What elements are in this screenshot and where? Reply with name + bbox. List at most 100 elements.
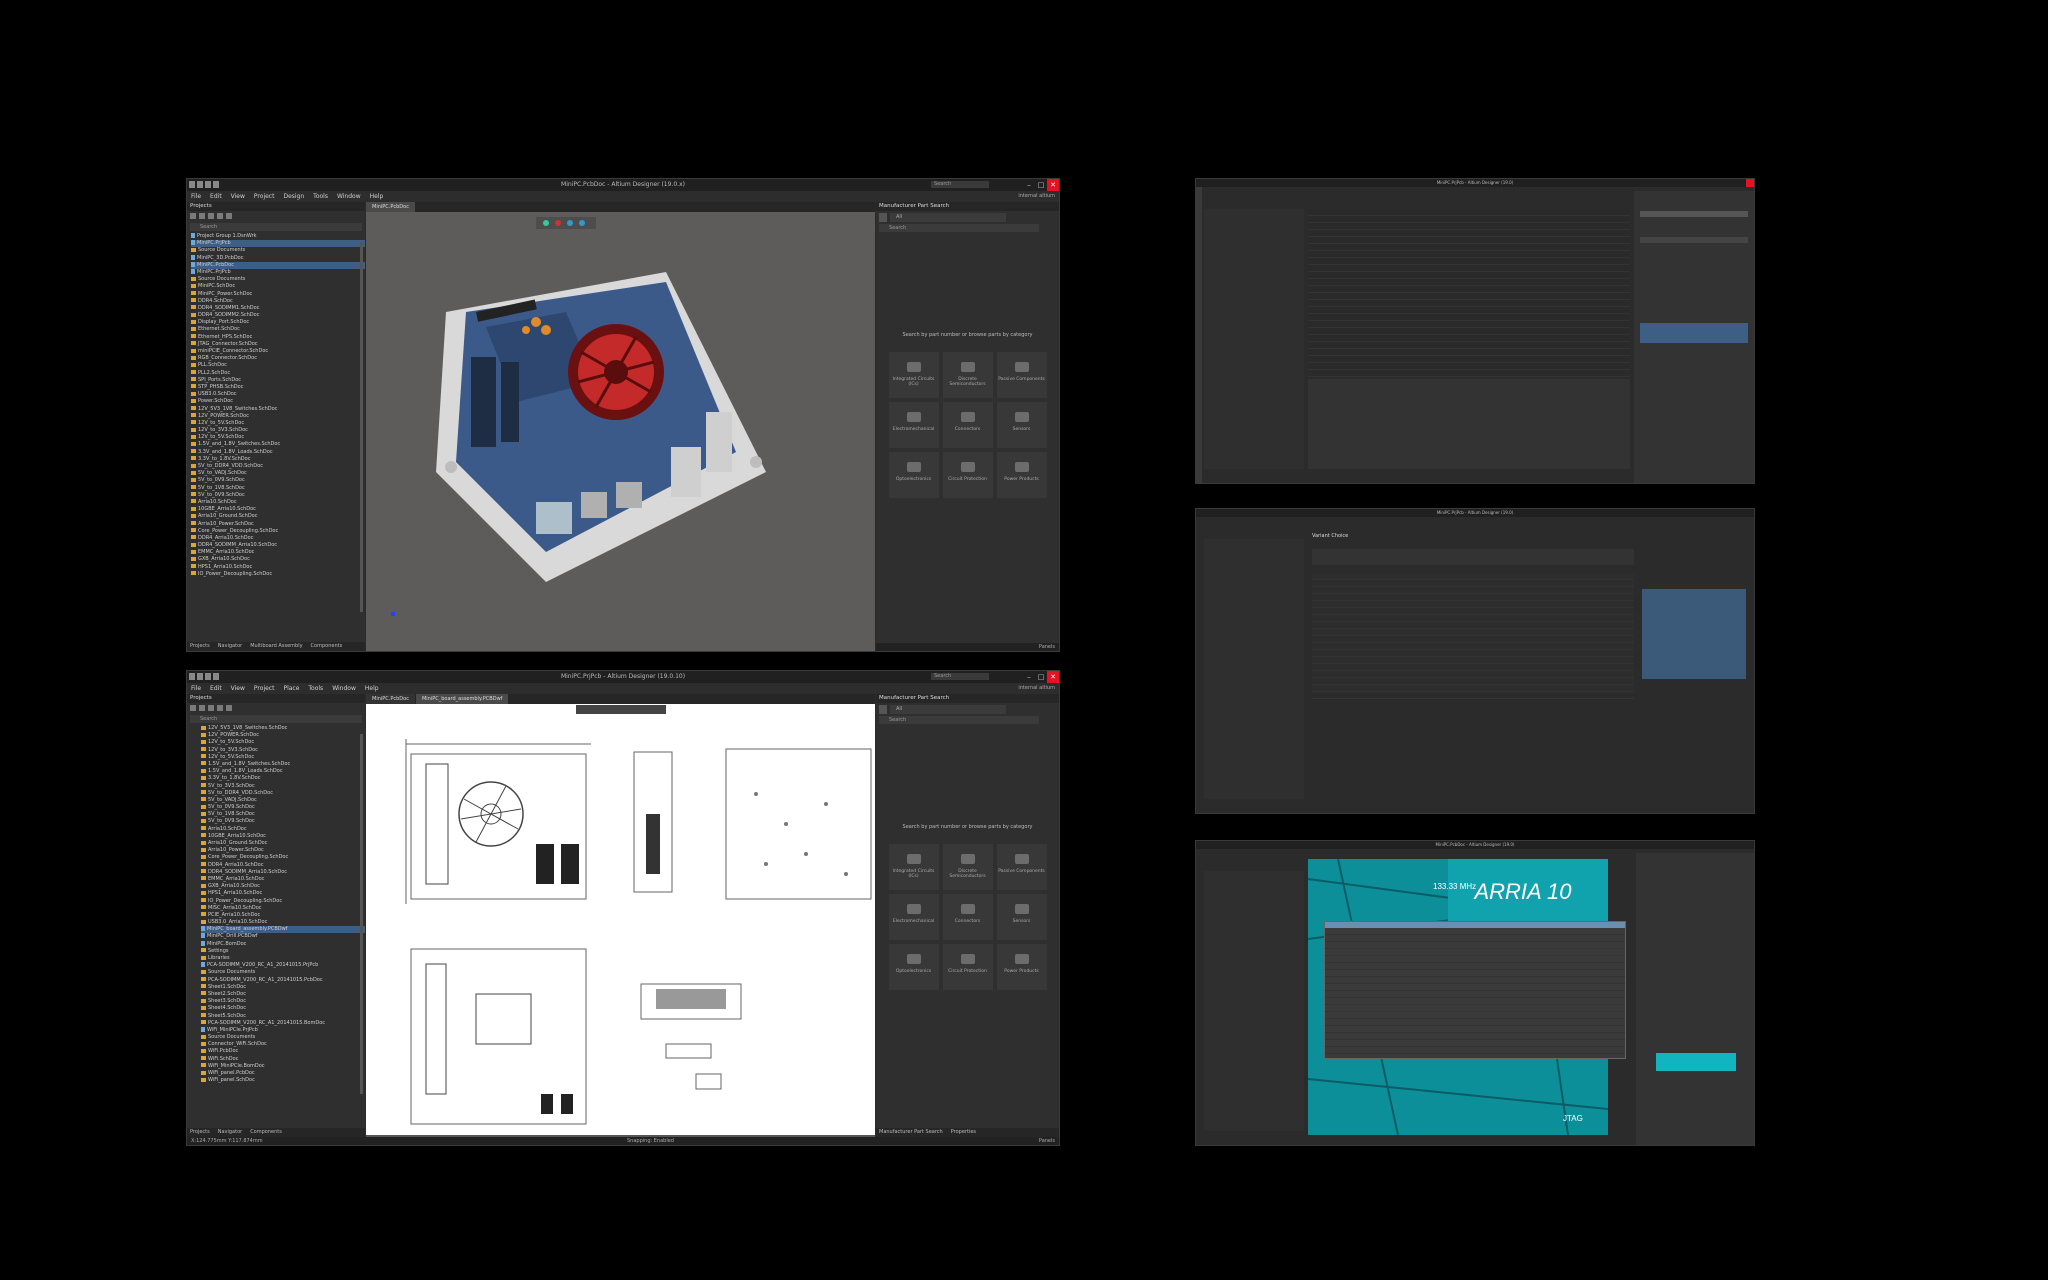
tab-components[interactable]: Components [311, 642, 343, 651]
tree-item[interactable]: RGB_Connector.SchDoc [191, 355, 365, 362]
table-row[interactable] [1308, 209, 1630, 216]
tree-item[interactable]: 12V_5V3_1V8_Switches.SchDoc [191, 406, 365, 413]
tree-item[interactable]: EMMC_Arria10.SchDoc [191, 549, 365, 556]
open-icon[interactable] [199, 705, 205, 711]
user-account[interactable]: internal altium [1018, 191, 1055, 202]
table-row[interactable] [1308, 342, 1630, 349]
menu-help[interactable]: Help [365, 683, 379, 694]
tab-components[interactable]: Components [250, 1128, 282, 1137]
tree-item[interactable]: Connector_WiFi.SchDoc [201, 1041, 365, 1048]
category-connectors[interactable]: Connectors [942, 402, 993, 448]
menu-project[interactable]: Project [254, 683, 275, 694]
table-row[interactable] [1308, 251, 1630, 258]
tree-item[interactable]: Arria10_Power.SchDoc [201, 847, 365, 854]
tab-multiboard-assembly[interactable]: Multiboard Assembly [250, 642, 302, 651]
tree-item[interactable]: PLL.SchDoc [191, 362, 365, 369]
table-row[interactable] [1308, 286, 1630, 293]
tree-item[interactable]: 5V_to_1V8.SchDoc [191, 485, 365, 492]
table-row[interactable] [1312, 678, 1634, 685]
panels-button[interactable]: Panels [876, 643, 1059, 651]
table-row[interactable] [1325, 1026, 1625, 1033]
tree-item[interactable]: 12V_to_5V.SchDoc [191, 420, 365, 427]
tree-item[interactable]: 3.3V_to_1.8V.SchDoc [191, 456, 365, 463]
table-row[interactable] [1308, 335, 1630, 342]
menu-view[interactable]: View [231, 191, 245, 202]
menu-tools[interactable]: Tools [313, 191, 328, 202]
maximize-icon[interactable]: □ [1035, 671, 1047, 683]
tree-item[interactable]: MiniPC_Drill.PCBDwf [201, 933, 365, 940]
projects-search-input[interactable]: Search [190, 715, 362, 723]
table-row[interactable] [1325, 963, 1625, 970]
settings-icon[interactable] [226, 213, 232, 219]
tab-manufacturer-part-search[interactable]: Manufacturer Part Search [879, 1128, 943, 1137]
tree-item[interactable]: USB3.0.SchDoc [191, 391, 365, 398]
menu-file[interactable]: File [191, 683, 201, 694]
menu-tools[interactable]: Tools [308, 683, 323, 694]
workspace-icon[interactable] [190, 213, 196, 219]
folder-icon[interactable] [208, 705, 214, 711]
menu-design[interactable]: Design [283, 191, 304, 202]
tree-item[interactable]: PCA-SODIMM_V200_RC_A1_20141015.PrjPcb [201, 962, 365, 969]
tree-item[interactable]: PCA-SODIMM_V200_RC_A1_20141015.PcbDoc [201, 977, 365, 984]
table-row[interactable] [1325, 1040, 1625, 1047]
tree-item[interactable]: 10GBE_Arria10.SchDoc [201, 833, 365, 840]
category-power-products[interactable]: Power Products [996, 944, 1047, 990]
tree-item[interactable]: Sheet5.SchDoc [201, 1013, 365, 1020]
table-row[interactable] [1308, 300, 1630, 307]
tree-item[interactable]: MiniPC.BomDoc [201, 941, 365, 948]
mps-category-dropdown[interactable]: All [890, 213, 1006, 222]
maximize-icon[interactable]: □ [1035, 179, 1047, 191]
table-row[interactable] [1308, 314, 1630, 321]
tree-item[interactable]: Sheet1.SchDoc [201, 984, 365, 991]
variant-table[interactable] [1312, 573, 1634, 699]
tree-item[interactable]: DDR4_SODIMM1.SchDoc [191, 305, 365, 312]
drawing-area[interactable]: MiniPC.PcbDoc MiniPC_board_assembly.PCBD… [366, 694, 875, 1137]
tree-item[interactable]: 12V_POWER.SchDoc [191, 413, 365, 420]
tree-item[interactable]: Arria10_Ground.SchDoc [201, 840, 365, 847]
category-discrete-semiconductors[interactable]: Discrete Semiconductors [942, 352, 993, 398]
table-row[interactable] [1325, 942, 1625, 949]
tree-item[interactable]: WiFi_MiniPCIe.BomDoc [201, 1063, 365, 1070]
tree-item[interactable]: Power.SchDoc [191, 398, 365, 405]
tree-item[interactable]: Core_Power_Decoupling.SchDoc [201, 854, 365, 861]
bom-table[interactable] [1308, 209, 1630, 377]
category-power-products[interactable]: Power Products [996, 452, 1047, 498]
doc-tab-board-assembly[interactable]: MiniPC_board_assembly.PCBDwf [415, 694, 509, 704]
table-row[interactable] [1312, 573, 1634, 580]
menu-view[interactable]: View [231, 683, 245, 694]
close-icon[interactable] [1746, 179, 1754, 187]
tree-item[interactable]: 5V_to_0V9.SchDoc [191, 477, 365, 484]
table-row[interactable] [1308, 230, 1630, 237]
tree-item[interactable]: Arria10_Power.SchDoc [191, 521, 365, 528]
tree-item[interactable]: IO_Power_Decoupling.SchDoc [201, 898, 365, 905]
table-row[interactable] [1308, 293, 1630, 300]
tree-item[interactable]: JTAG_Connector.SchDoc [191, 341, 365, 348]
category-connectors[interactable]: Connectors [942, 894, 993, 940]
category-optoelectronics[interactable]: Optoelectronics [888, 452, 939, 498]
tree-item[interactable]: MISC_Arria10.SchDoc [201, 905, 365, 912]
table-row[interactable] [1325, 956, 1625, 963]
category-passive-components[interactable]: Passive Components [996, 844, 1047, 890]
tree-item[interactable]: WiFi.SchDoc [201, 1056, 365, 1063]
projects-scrollbar[interactable] [360, 734, 363, 1094]
tree-item[interactable]: USB3.0_Arria10.SchDoc [201, 919, 365, 926]
3d-view-area[interactable]: MiniPC.PcbDoc [366, 202, 875, 651]
global-search-input[interactable]: Search [931, 181, 989, 188]
tree-item[interactable]: Source Documents [191, 247, 365, 254]
mps-category-dropdown[interactable]: All [890, 705, 1006, 714]
tree-item[interactable]: 12V_to_5V.SchDoc [201, 754, 365, 761]
tree-item[interactable]: Libraries [201, 955, 365, 962]
tree-item[interactable]: MiniPC.SchDoc [191, 283, 365, 290]
menu-project[interactable]: Project [254, 191, 275, 202]
table-row[interactable] [1325, 1005, 1625, 1012]
table-row[interactable] [1308, 265, 1630, 272]
table-row[interactable] [1325, 998, 1625, 1005]
minimize-icon[interactable]: – [1023, 179, 1035, 191]
close-icon[interactable]: ✕ [1047, 671, 1059, 683]
table-row[interactable] [1312, 587, 1634, 594]
table-row[interactable] [1308, 258, 1630, 265]
table-row[interactable] [1308, 370, 1630, 377]
menu-window[interactable]: Window [337, 191, 361, 202]
tree-item[interactable]: Core_Power_Decoupling.SchDoc [191, 528, 365, 535]
tab-properties[interactable]: Properties [951, 1128, 976, 1137]
